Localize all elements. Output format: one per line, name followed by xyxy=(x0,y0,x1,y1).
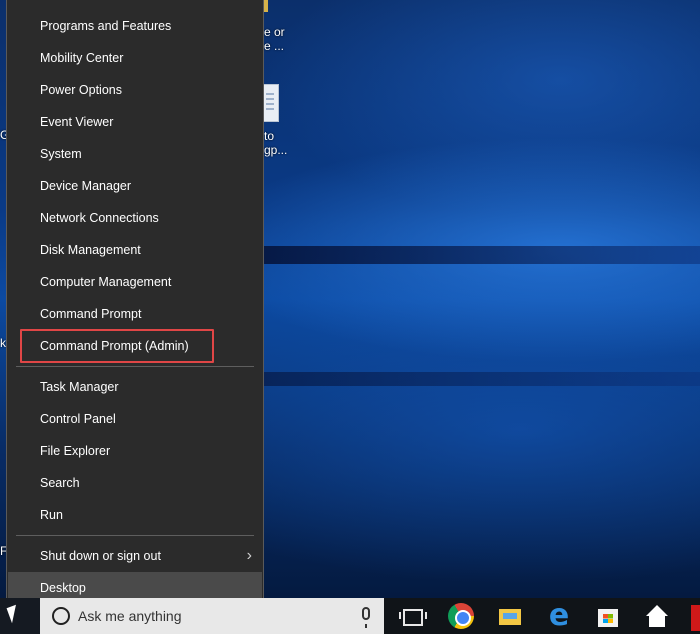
menu-separator xyxy=(16,535,254,536)
menu-separator xyxy=(16,366,254,367)
desktop-icon-label[interactable]: to gp... xyxy=(264,129,287,157)
menu-item-control-panel[interactable]: Control Panel xyxy=(8,403,262,435)
menu-item-event-viewer[interactable]: Event Viewer xyxy=(8,106,262,138)
menu-item-file-explorer[interactable]: File Explorer xyxy=(8,435,262,467)
power-user-menu: Programs and Features Mobility Center Po… xyxy=(6,0,264,613)
menu-item-computer-management[interactable]: Computer Management xyxy=(8,266,262,298)
menu-item-device-manager[interactable]: Device Manager xyxy=(8,170,262,202)
menu-item-label: Shut down or sign out xyxy=(40,549,161,563)
menu-item-search[interactable]: Search xyxy=(8,467,262,499)
desktop-icon-label-line: e ... xyxy=(264,39,285,53)
menu-item-system[interactable]: System xyxy=(8,138,262,170)
wallpaper-light-beam xyxy=(260,246,700,264)
task-view-icon[interactable] xyxy=(399,603,427,629)
menu-item-task-manager[interactable]: Task Manager xyxy=(8,371,262,403)
desktop-icon-label[interactable]: e or e ... xyxy=(264,25,285,53)
menu-item-shut-down-or-sign-out[interactable]: Shut down or sign out › xyxy=(8,540,262,572)
cortana-search-box[interactable]: Ask me anything xyxy=(40,598,384,634)
taskbar: Ask me anything e xyxy=(0,598,700,634)
menu-item-programs-and-features[interactable]: Programs and Features xyxy=(8,10,262,42)
cortana-icon xyxy=(52,607,70,625)
desktop-icon-label-line: gp... xyxy=(264,143,288,157)
desktop-icon-label-line: to xyxy=(264,129,275,143)
menu-item-mobility-center[interactable]: Mobility Center xyxy=(8,42,262,74)
wallpaper-light-beam xyxy=(260,372,700,386)
app-icon-partial[interactable] xyxy=(691,605,700,631)
file-explorer-icon[interactable] xyxy=(497,603,523,629)
menu-item-run[interactable]: Run xyxy=(8,499,262,531)
chevron-right-icon: › xyxy=(246,547,252,564)
microphone-icon[interactable] xyxy=(362,607,370,628)
desktop-document-icon[interactable] xyxy=(263,84,279,122)
menu-item-command-prompt[interactable]: Command Prompt xyxy=(8,298,262,330)
chrome-icon[interactable] xyxy=(448,603,474,629)
desktop-icon-label-line: e or xyxy=(264,25,285,39)
annotation-highlight-box xyxy=(20,329,214,363)
search-placeholder: Ask me anything xyxy=(78,608,182,624)
home-icon[interactable] xyxy=(644,603,670,629)
store-icon[interactable] xyxy=(595,603,621,629)
menu-item-disk-management[interactable]: Disk Management xyxy=(8,234,262,266)
menu-item-network-connections[interactable]: Network Connections xyxy=(8,202,262,234)
menu-item-power-options[interactable]: Power Options xyxy=(8,74,262,106)
edge-icon[interactable]: e xyxy=(546,601,572,631)
